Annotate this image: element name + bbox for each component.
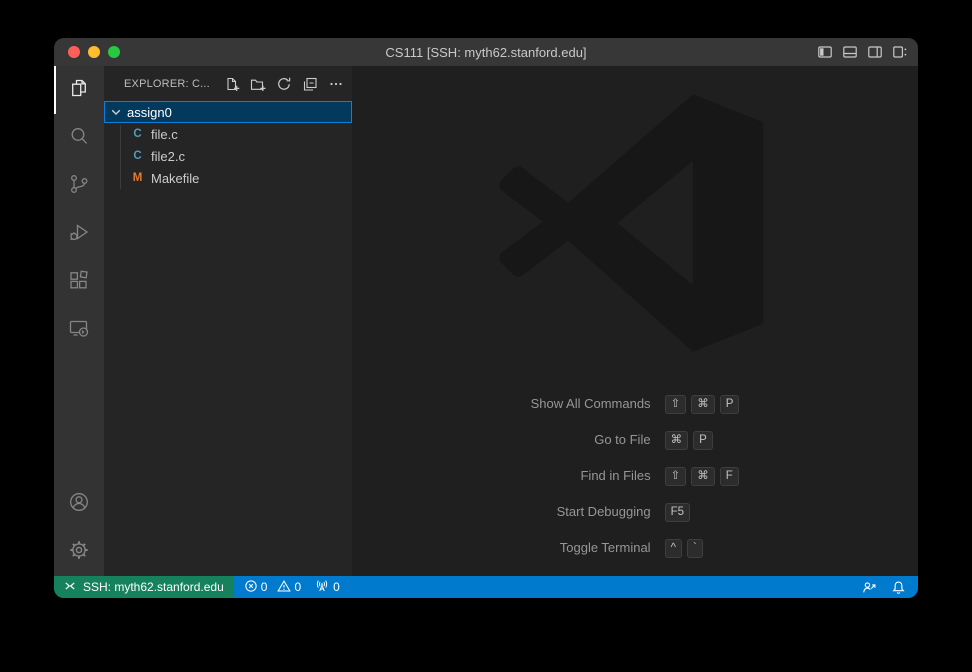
sidebar-item-run-debug[interactable] [54, 210, 104, 258]
minimize-button[interactable] [88, 46, 100, 58]
collapse-folders-icon[interactable] [302, 76, 318, 92]
new-folder-button[interactable] [250, 76, 266, 92]
tree-item-file[interactable]: M Makefile [104, 167, 352, 189]
c-file-icon: C [130, 128, 145, 140]
warning-icon [277, 579, 291, 596]
source-control-icon [67, 172, 91, 201]
status-bar: SSH: myth62.stanford.edu 0 [54, 576, 918, 598]
key-f5: F5 [665, 503, 690, 522]
explorer-title: EXPLORER: C... [124, 78, 224, 90]
tree-item-file[interactable]: C file2.c [104, 145, 352, 167]
remote-icon [63, 579, 77, 596]
remote-explorer-icon [67, 316, 91, 345]
shortcut-keys: F5 [665, 503, 740, 522]
settings-button[interactable] [54, 528, 104, 576]
remote-label: SSH: myth62.stanford.edu [83, 580, 224, 594]
bell-icon[interactable] [891, 580, 906, 595]
vscode-window: CS111 [SSH: myth62.stanford.edu] [54, 38, 918, 598]
error-icon [244, 579, 258, 596]
account-icon [67, 490, 91, 519]
shortcut-label: Toggle Terminal [531, 538, 651, 558]
indent-guide [120, 125, 121, 189]
editor-area: Show All Commands ⇧ ⌘ P Go to File ⌘ P F… [352, 66, 918, 576]
shortcut-label: Start Debugging [531, 502, 651, 522]
tree-item-label: file.c [151, 127, 178, 142]
files-icon [67, 76, 91, 105]
refresh-icon[interactable] [276, 76, 292, 92]
new-file-button[interactable] [224, 76, 240, 92]
vscode-logo-watermark [497, 92, 773, 359]
shortcut-keys: ^ ` [665, 539, 740, 558]
explorer-actions [224, 76, 344, 92]
sidebar-item-source-control[interactable] [54, 162, 104, 210]
makefile-icon: M [130, 172, 145, 184]
shortcut-label: Find in Files [531, 466, 651, 486]
key-cmd: ⌘ [691, 467, 715, 486]
ports-count: 0 [333, 580, 340, 594]
title-bar: CS111 [SSH: myth62.stanford.edu] [54, 38, 918, 66]
key-ctrl: ^ [665, 539, 682, 558]
feedback-icon[interactable] [862, 580, 877, 595]
sidebar-item-explorer[interactable] [54, 66, 104, 114]
shortcut-keys: ⇧ ⌘ P [665, 395, 740, 414]
shortcut-label: Go to File [531, 430, 651, 450]
window-controls [68, 38, 120, 66]
main-area: EXPLORER: C... [54, 66, 918, 576]
gear-icon [67, 538, 91, 567]
shortcut-keys: ⌘ P [665, 431, 740, 450]
shortcut-keys: ⇧ ⌘ F [665, 467, 740, 486]
radio-tower-icon [315, 579, 329, 596]
tree-item-folder[interactable]: assign0 [104, 101, 352, 123]
problems-indicator[interactable]: 0 0 [244, 579, 301, 596]
extensions-icon [67, 268, 91, 297]
key-letter: F [720, 467, 739, 486]
key-shift: ⇧ [665, 395, 687, 414]
tree-item-label: Makefile [151, 171, 199, 186]
close-button[interactable] [68, 46, 80, 58]
sidebar-item-search[interactable] [54, 114, 104, 162]
key-letter: P [720, 395, 740, 414]
more-actions-icon[interactable] [328, 76, 344, 92]
toggle-primary-sidebar-icon[interactable] [817, 44, 833, 60]
explorer-sidebar: EXPLORER: C... [104, 66, 352, 576]
sidebar-item-remote-explorer[interactable] [54, 306, 104, 354]
layout-controls [817, 38, 908, 66]
activity-bar [54, 66, 104, 576]
remote-indicator[interactable]: SSH: myth62.stanford.edu [54, 576, 234, 598]
key-cmd: ⌘ [665, 431, 689, 450]
key-shift: ⇧ [665, 467, 687, 486]
toggle-panel-icon[interactable] [842, 44, 858, 60]
tree-item-file[interactable]: C file.c [104, 123, 352, 145]
key-cmd: ⌘ [691, 395, 715, 414]
ports-indicator[interactable]: 0 [315, 579, 340, 596]
accounts-button[interactable] [54, 480, 104, 528]
c-file-icon: C [130, 150, 145, 162]
key-backtick: ` [687, 539, 703, 558]
search-icon [67, 124, 91, 153]
tree-item-label: file2.c [151, 149, 185, 164]
key-letter: P [693, 431, 713, 450]
explorer-header: EXPLORER: C... [104, 66, 352, 101]
tree-item-label: assign0 [127, 105, 172, 120]
zoom-button[interactable] [108, 46, 120, 58]
window-title: CS111 [SSH: myth62.stanford.edu] [54, 45, 918, 60]
sidebar-item-extensions[interactable] [54, 258, 104, 306]
warning-count: 0 [294, 580, 301, 594]
customize-layout-icon[interactable] [892, 44, 908, 60]
status-bar-right [862, 580, 918, 595]
error-count: 0 [261, 580, 268, 594]
shortcut-label: Show All Commands [531, 394, 651, 414]
watermark-shortcuts: Show All Commands ⇧ ⌘ P Go to File ⌘ P F… [352, 394, 918, 558]
toggle-secondary-sidebar-icon[interactable] [867, 44, 883, 60]
chevron-down-icon [108, 104, 124, 120]
debug-icon [67, 220, 91, 249]
file-tree: assign0 C file.c C file2.c M Makefile [104, 101, 352, 189]
